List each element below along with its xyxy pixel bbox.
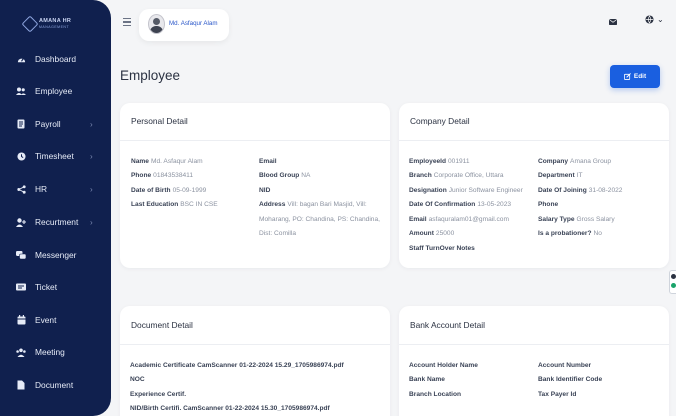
sidebar-item-ticket[interactable]: Ticket bbox=[0, 277, 111, 297]
bank-account-number: Account Number bbox=[538, 362, 592, 369]
users-icon bbox=[16, 86, 26, 96]
card-title: Personal Detail bbox=[131, 116, 188, 126]
share-icon bbox=[16, 184, 26, 194]
messages-button[interactable] bbox=[603, 12, 623, 32]
calendar-icon bbox=[16, 315, 26, 325]
company-amount: Amount 25000 bbox=[409, 230, 455, 237]
company-email: Email asfaquralam01@gmail.com bbox=[409, 216, 509, 223]
sidebar-item-label: Event bbox=[35, 315, 57, 325]
personal-nid: NID bbox=[259, 187, 271, 194]
company-detail-card: Company Detail EmployeeId 001911 Branch Co… bbox=[399, 103, 669, 268]
sidebar-item-label: Dashboard bbox=[35, 54, 76, 64]
personal-education: Last Education BSC IN CSE bbox=[131, 201, 218, 208]
bank-branch-location: Branch Location bbox=[409, 391, 462, 398]
globe-icon bbox=[645, 15, 654, 24]
chat-icon bbox=[16, 250, 26, 260]
sidebar-item-document[interactable]: Document bbox=[0, 375, 111, 395]
sidebar-item-employee[interactable]: Employee bbox=[0, 81, 111, 101]
sidebar-item-label: Messenger bbox=[35, 250, 77, 260]
personal-phone: Phone 01843538411 bbox=[131, 172, 194, 179]
company-department: Department IT bbox=[538, 172, 583, 179]
clock-icon bbox=[16, 151, 26, 161]
chevron-right-icon: › bbox=[90, 151, 93, 161]
language-selector[interactable]: ⌄ bbox=[645, 15, 664, 24]
sidebar-item-dashboard[interactable]: Dashboard bbox=[0, 49, 111, 69]
edit-icon bbox=[623, 73, 631, 80]
company-turnover-notes: Staff TurnOver Notes bbox=[409, 245, 475, 252]
sidebar-item-label: Document bbox=[35, 380, 74, 390]
sidebar: AMANA HR MANAGEMENT Dashboard Employee P… bbox=[0, 0, 111, 416]
document-icon bbox=[16, 119, 26, 129]
file-icon bbox=[16, 380, 26, 390]
whatsapp-icon bbox=[671, 283, 676, 288]
sidebar-item-meeting[interactable]: Meeting bbox=[0, 342, 111, 362]
edit-button-label: Edit bbox=[633, 73, 647, 80]
sidebar-item-timesheet[interactable]: Timesheet › bbox=[0, 146, 111, 166]
sidebar-item-label: Payroll bbox=[35, 119, 61, 129]
card-title: Document Detail bbox=[131, 320, 193, 330]
personal-email: Email bbox=[259, 158, 277, 165]
bank-tax-payer-id: Tax Payer Id bbox=[538, 391, 577, 398]
widget-dot-icon bbox=[671, 274, 676, 279]
chevron-right-icon: › bbox=[90, 217, 93, 227]
hamburger-icon bbox=[123, 18, 131, 20]
personal-dob: Date of Birth 05-09-1999 bbox=[131, 187, 207, 194]
personal-detail-card: Personal Detail Name Md. Asfaqur Alam Pho… bbox=[120, 103, 390, 268]
bank-name: Bank Name bbox=[409, 376, 445, 383]
document-item[interactable]: NOC bbox=[130, 373, 145, 388]
page-title: Employee bbox=[120, 68, 181, 83]
edit-button[interactable]: Edit bbox=[610, 65, 660, 88]
menu-toggle-button[interactable] bbox=[123, 18, 131, 26]
logo-mark-icon bbox=[21, 15, 39, 33]
gauge-icon bbox=[16, 54, 26, 64]
document-item[interactable]: Academic Certificate CamScanner 01-22-20… bbox=[130, 359, 344, 374]
app-logo[interactable]: AMANA HR MANAGEMENT bbox=[21, 14, 88, 34]
bank-identifier-code: Bank Identifier Code bbox=[538, 376, 603, 383]
company-branch: Branch Corporate Office, Uttara bbox=[409, 172, 504, 179]
envelope-icon bbox=[609, 19, 617, 25]
avatar bbox=[148, 14, 165, 34]
card-title: Bank Account Detail bbox=[410, 320, 485, 330]
sidebar-item-messenger[interactable]: Messenger bbox=[0, 245, 111, 265]
sidebar-item-label: Timesheet bbox=[35, 151, 74, 161]
company-date-of-joining: Date Of Joining 31-08-2022 bbox=[538, 187, 623, 194]
sidebar-item-hr[interactable]: HR › bbox=[0, 179, 111, 199]
company-date-of-confirmation: Date Of Confirmation 13-05-2023 bbox=[409, 201, 512, 208]
sidebar-item-event[interactable]: Event bbox=[0, 310, 111, 330]
chevron-right-icon: › bbox=[90, 184, 93, 194]
company-probationer: Is a probationer? No bbox=[538, 230, 602, 237]
floating-widget-tab[interactable] bbox=[669, 270, 676, 294]
sidebar-item-label: Recurtment bbox=[35, 217, 79, 227]
document-detail-card: Document Detail Academic Certificate Cam… bbox=[120, 306, 390, 416]
company-employee-id: EmployeeId 001911 bbox=[409, 158, 470, 165]
logo-line2: MANAGEMENT bbox=[39, 24, 70, 29]
company-salary-type: Salary Type Gross Salary bbox=[538, 216, 615, 223]
document-item[interactable]: NID/Birth Certifi. CamScanner 01-22-2024… bbox=[130, 402, 330, 416]
sidebar-item-label: Ticket bbox=[35, 282, 58, 292]
company-designation: Designation Junior Software Engineer bbox=[409, 187, 523, 194]
sidebar-item-label: HR bbox=[35, 184, 48, 194]
card-title: Company Detail bbox=[410, 116, 470, 126]
chevron-right-icon: › bbox=[90, 119, 93, 129]
personal-name: Name Md. Asfaqur Alam bbox=[131, 158, 203, 165]
company-phone: Phone bbox=[538, 201, 559, 208]
sidebar-item-label: Employee bbox=[35, 86, 73, 96]
personal-address: Address Vill: bagan Bari Masjid, Vill: Mo… bbox=[259, 201, 380, 237]
sidebar-item-payroll[interactable]: Payroll › bbox=[0, 114, 111, 134]
company-company: Company Amana Group bbox=[538, 158, 612, 165]
chevron-down-icon: ⌄ bbox=[657, 14, 664, 24]
meeting-icon bbox=[16, 347, 26, 357]
sidebar-item-recurtment[interactable]: Recurtment › bbox=[0, 212, 111, 232]
logo-line1: AMANA HR bbox=[39, 18, 72, 24]
personal-blood-group: Blood Group NA bbox=[259, 172, 311, 179]
user-name: Md. Asfaqur Alam bbox=[169, 20, 218, 27]
sidebar-item-label: Meeting bbox=[35, 347, 65, 357]
bank-account-detail-card: Bank Account Detail Account Holder Name … bbox=[399, 306, 669, 416]
user-plus-icon bbox=[16, 217, 26, 227]
bank-account-holder: Account Holder Name bbox=[409, 362, 478, 369]
ticket-icon bbox=[16, 282, 26, 292]
document-item[interactable]: Experience Certif. bbox=[130, 388, 186, 403]
user-profile-chip[interactable]: Md. Asfaqur Alam bbox=[139, 9, 229, 41]
